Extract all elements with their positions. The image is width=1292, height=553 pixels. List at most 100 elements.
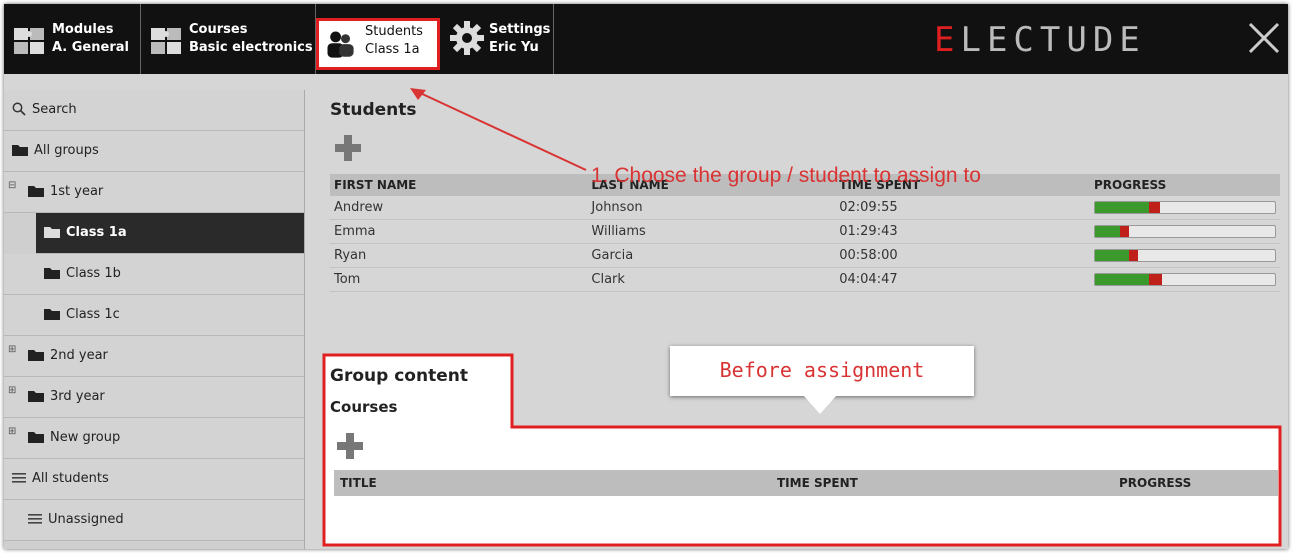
sidebar: Search All groups ⊟ 1st year Class 1a Cl… <box>4 90 305 549</box>
progress-fill-red <box>1129 250 1139 261</box>
cell-first-name: Andrew <box>330 196 588 220</box>
cell-time-spent: 01:29:43 <box>835 219 1090 244</box>
group-content-subtitle: Courses <box>330 398 398 416</box>
expand-icon[interactable]: ⊞ <box>8 385 16 396</box>
nav-modules[interactable]: Modules A. General <box>4 4 141 74</box>
sidebar-item-label: All students <box>32 471 109 486</box>
folder-icon <box>28 391 44 402</box>
sidebar-item-label: Class 1c <box>66 307 120 322</box>
expand-icon[interactable]: ⊞ <box>8 426 16 437</box>
logo-first-letter: E <box>934 20 961 60</box>
group-content-title: Group content <box>330 366 468 386</box>
cell-first-name: Emma <box>330 219 588 244</box>
electude-logo: ELECTUDE <box>934 20 1146 60</box>
table-row[interactable]: Andrew Johnson 02:09:55 <box>330 196 1280 220</box>
progress-fill-red <box>1149 202 1160 213</box>
search-icon <box>12 102 26 116</box>
folder-icon <box>44 268 60 279</box>
sidebar-item-2nd-year[interactable]: ⊞ 2nd year <box>4 336 304 377</box>
folder-icon <box>28 432 44 443</box>
add-course-button[interactable] <box>336 432 364 460</box>
cell-progress <box>1090 219 1280 244</box>
cell-time-spent: 02:09:55 <box>835 196 1090 220</box>
sidebar-item-3rd-year[interactable]: ⊞ 3rd year <box>4 377 304 418</box>
sidebar-item-label: Class 1a <box>66 225 127 240</box>
expand-icon[interactable]: ⊞ <box>8 344 16 355</box>
cell-first-name: Ryan <box>330 243 588 268</box>
gear-icon <box>450 21 484 55</box>
nav-students-value: Class 1a <box>365 42 420 57</box>
cell-first-name: Tom <box>330 267 588 292</box>
sidebar-item-class-1c[interactable]: Class 1c <box>4 295 304 336</box>
nav-courses-value: Basic electronics <box>189 40 313 55</box>
sidebar-item-1st-year[interactable]: ⊟ 1st year <box>4 172 304 213</box>
nav-students[interactable]: Students Class 1a <box>316 18 440 70</box>
cell-time-spent: 00:58:00 <box>835 243 1090 268</box>
sidebar-search[interactable]: Search <box>4 90 304 131</box>
column-header-title[interactable]: TITLE <box>334 470 771 496</box>
sidebar-item-label: 1st year <box>50 184 104 199</box>
nav-students-label: Students <box>365 24 423 39</box>
folder-icon <box>28 186 44 197</box>
sidebar-item-label: New group <box>50 430 121 445</box>
cell-last-name: Johnson <box>587 196 836 220</box>
list-icon <box>28 514 42 524</box>
collapse-icon[interactable]: ⊟ <box>8 180 16 191</box>
sidebar-search-label: Search <box>32 102 77 117</box>
callout-tail <box>804 396 836 414</box>
sidebar-item-label: Unassigned <box>48 512 124 527</box>
nav-settings[interactable]: Settings Eric Yu <box>441 4 554 74</box>
sidebar-item-new-group[interactable]: ⊞ New group <box>4 418 304 459</box>
callout-text: Before assignment <box>719 358 925 382</box>
progress-fill-red <box>1120 226 1130 237</box>
cell-progress <box>1090 267 1280 292</box>
table-row[interactable]: Ryan Garcia 00:58:00 <box>330 243 1280 268</box>
cell-last-name: Garcia <box>587 243 836 268</box>
puzzle-icon <box>14 28 44 54</box>
courses-table: TITLE TIME SPENT PROGRESS <box>334 470 1278 496</box>
folder-icon <box>12 145 28 156</box>
sidebar-item-class-1a[interactable]: Class 1a <box>36 213 304 254</box>
students-table: FIRST NAME LAST NAME TIME SPENT PROGRESS… <box>330 174 1280 292</box>
cell-time-spent: 04:04:47 <box>835 267 1090 292</box>
cell-progress <box>1090 243 1280 268</box>
nav-courses[interactable]: Courses Basic electronics <box>141 4 316 74</box>
column-header-time-spent[interactable]: TIME SPENT <box>771 470 1113 496</box>
table-row[interactable]: Emma Williams 01:29:43 <box>330 219 1280 244</box>
sidebar-item-unassigned[interactable]: Unassigned <box>4 500 304 541</box>
nav-settings-label: Settings <box>489 22 551 37</box>
progress-fill-green <box>1095 202 1149 213</box>
callout-before-assignment: Before assignment <box>670 346 974 396</box>
progress-fill-green <box>1095 250 1130 261</box>
close-icon[interactable] <box>1246 18 1282 58</box>
sidebar-item-label: All groups <box>34 143 99 158</box>
annotation-step-1: 1. Choose the group / student to assign … <box>591 164 981 187</box>
nav-settings-value: Eric Yu <box>489 40 539 55</box>
progress-bar <box>1094 225 1276 238</box>
progress-fill-green <box>1095 274 1149 285</box>
sidebar-item-label: Class 1b <box>66 266 121 281</box>
sidebar-item-label: 3rd year <box>50 389 105 404</box>
sidebar-item-all-groups[interactable]: All groups <box>4 131 304 172</box>
column-header-progress[interactable]: PROGRESS <box>1113 470 1278 496</box>
folder-icon <box>44 227 60 238</box>
progress-fill-red <box>1149 274 1162 285</box>
logo-rest: LECTUDE <box>960 20 1146 60</box>
puzzle-icon <box>151 28 181 54</box>
table-header-row: TITLE TIME SPENT PROGRESS <box>334 470 1278 496</box>
progress-bar <box>1094 273 1276 286</box>
add-student-button[interactable] <box>334 134 362 162</box>
sidebar-item-all-students[interactable]: All students <box>4 459 304 500</box>
table-row[interactable]: Tom Clark 04:04:47 <box>330 267 1280 292</box>
folder-icon <box>44 309 60 320</box>
sidebar-item-class-1b[interactable]: Class 1b <box>4 254 304 295</box>
nav-modules-value: A. General <box>52 40 129 55</box>
annotation-arrow <box>410 88 587 171</box>
cell-last-name: Clark <box>587 267 836 292</box>
nav-modules-label: Modules <box>52 22 114 37</box>
progress-bar <box>1094 249 1276 262</box>
cell-progress <box>1090 196 1280 220</box>
column-header-progress[interactable]: PROGRESS <box>1090 174 1280 196</box>
sidebar-item-label: 2nd year <box>50 348 108 363</box>
users-icon <box>327 31 354 58</box>
